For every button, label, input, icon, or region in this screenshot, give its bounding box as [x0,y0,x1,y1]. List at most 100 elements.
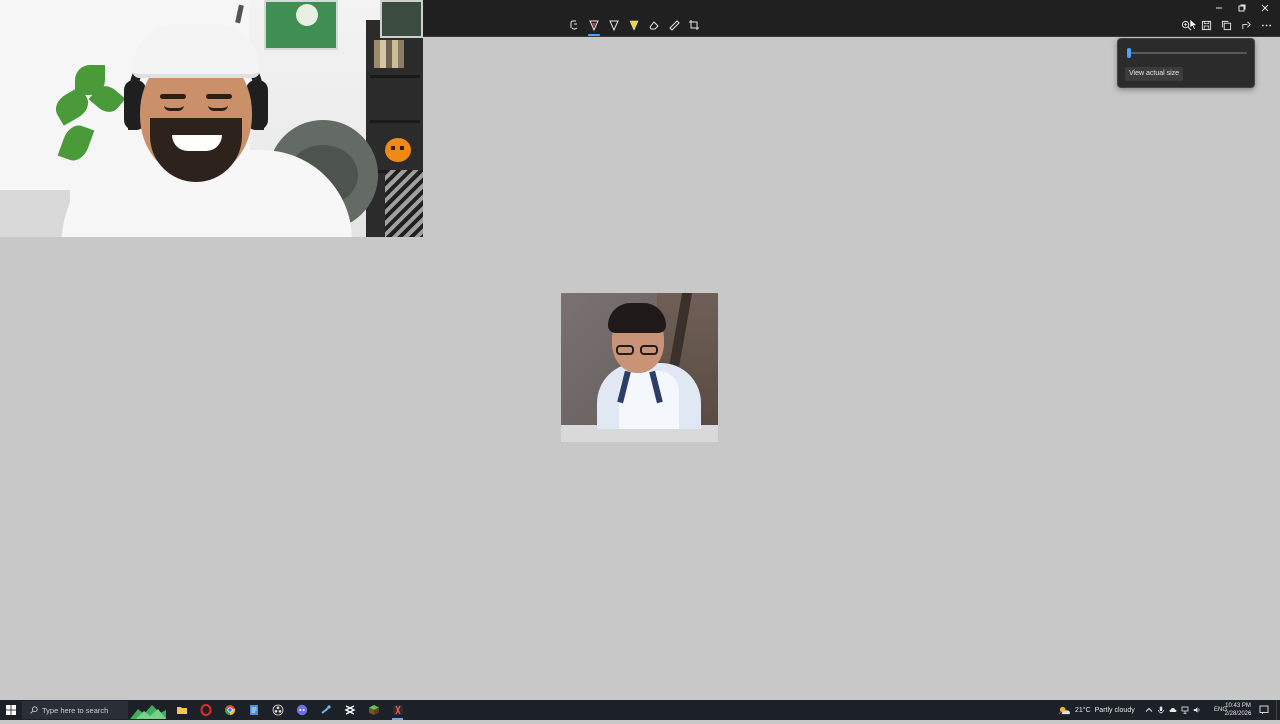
taskbar-app-opera[interactable] [196,702,215,718]
webcam-brow [160,94,186,99]
ruler-icon [669,20,680,31]
taskbar-app-capcut[interactable] [340,702,359,718]
share-button[interactable] [1238,17,1254,33]
view-actual-size-button[interactable]: View actual size [1125,67,1184,81]
chrome-icon [224,705,235,716]
annotation-toolbar [566,17,702,36]
copy-button[interactable] [1218,17,1234,33]
crop-button[interactable] [686,17,702,33]
taskbar: Type here to search 21°C Partly cloudy E… [0,700,1280,720]
microphone-icon [1157,706,1164,714]
zoom-slider[interactable] [1127,48,1247,58]
file-explorer-icon [176,707,187,714]
touch-writing-icon [570,20,578,30]
cloud-icon [1169,708,1176,712]
obs-icon [272,704,283,716]
taskbar-app-minecraft[interactable] [364,702,383,718]
discord-icon [296,704,307,716]
captured-image-lens [616,345,634,355]
copy-icon [1221,20,1231,30]
zoom-flyout: View actual size [1117,38,1255,88]
speaker-icon [1193,707,1199,713]
captured-image-lens [640,345,658,355]
capcut-icon [343,705,356,715]
steam-icon [320,705,331,714]
pen-button[interactable] [606,17,622,33]
webcam-books [374,40,404,68]
restore-button[interactable] [1230,0,1253,16]
webcam-cable [385,170,423,237]
notepad-icon [249,705,258,715]
notification-icon[interactable] [1259,705,1269,715]
chevron-up-icon [1145,707,1152,712]
landscape-widget-icon [130,705,166,719]
highlighter-yellow-icon [629,20,639,31]
weather-temperature: 21°C [1075,706,1091,714]
captured-image[interactable] [561,293,718,442]
window-controls [1207,0,1276,16]
start-button[interactable] [4,704,18,716]
search-placeholder: Type here to search [42,705,109,715]
show-desktop-button[interactable] [1276,700,1280,720]
webcam-shelf-board [370,120,420,123]
taskbar-app-discord[interactable] [292,702,311,718]
taskbar-app-snipping-tool[interactable] [388,702,407,720]
snipping-tool-icon [392,705,403,715]
system-tray: ENG [1144,700,1227,720]
share-icon [1241,21,1251,29]
webcam-pumpkin [385,138,411,162]
webcam-leaf [57,121,95,165]
restore-icon [1238,4,1245,12]
tray-onedrive[interactable] [1168,706,1177,715]
touch-writing-button[interactable] [566,17,582,33]
close-button[interactable] [1253,0,1276,16]
weather-widget[interactable]: 21°C Partly cloudy [1058,700,1135,720]
webcam-shelf-board [370,75,420,78]
widget-button[interactable] [130,701,166,719]
taskbar-app-file-explorer[interactable] [172,702,191,718]
webcam-window [0,190,70,237]
taskbar-app-chrome[interactable] [220,702,239,718]
mouse-cursor-icon [1190,19,1198,30]
tray-network[interactable] [1180,706,1189,715]
windows-logo-icon [6,705,16,715]
taskbar-app-notepad[interactable] [244,702,263,718]
captured-image-hair [608,303,666,333]
save-button[interactable] [1198,17,1214,33]
more-button[interactable] [1258,17,1274,33]
minimize-button[interactable] [1207,0,1230,16]
taskbar-search[interactable]: Type here to search [22,701,128,719]
tray-chevron-button[interactable] [1144,706,1153,715]
webcam-poster [264,0,338,50]
taskbar-app-steam[interactable] [316,702,335,718]
webcam-brow [206,94,232,99]
taskbar-clock[interactable]: 10:43 PM 2/28/2026 [1218,702,1258,718]
ruler-button[interactable] [666,17,682,33]
partly-cloudy-icon [1058,706,1070,714]
eraser-button[interactable] [646,17,662,33]
crop-icon [689,20,699,30]
tray-volume[interactable] [1192,706,1201,715]
minecraft-icon [368,705,379,715]
clock-date: 2/28/2026 [1224,711,1252,717]
close-icon [1261,4,1268,12]
webcam-poster-small [380,0,423,38]
webcam-eye [208,105,228,111]
weather-condition: Partly cloudy [1094,706,1135,714]
taskbar-app-obs[interactable] [268,702,287,718]
eraser-icon [649,21,659,30]
webcam-poster-moon [296,4,318,26]
webcam-person-cap [132,24,260,78]
tray-microphone[interactable] [1156,706,1165,715]
clock-time: 10:43 PM [1225,703,1251,709]
webcam-eye [164,105,184,111]
search-icon [30,706,38,714]
pen-red-icon [589,20,599,31]
save-icon [1201,20,1211,30]
minimize-icon [1215,7,1222,9]
webcam-overlay [0,0,423,237]
more-icon [1261,24,1271,26]
highlighter-button[interactable] [626,17,642,33]
zoom-slider-thumb[interactable] [1127,48,1131,58]
ballpoint-pen-button[interactable] [586,17,602,36]
